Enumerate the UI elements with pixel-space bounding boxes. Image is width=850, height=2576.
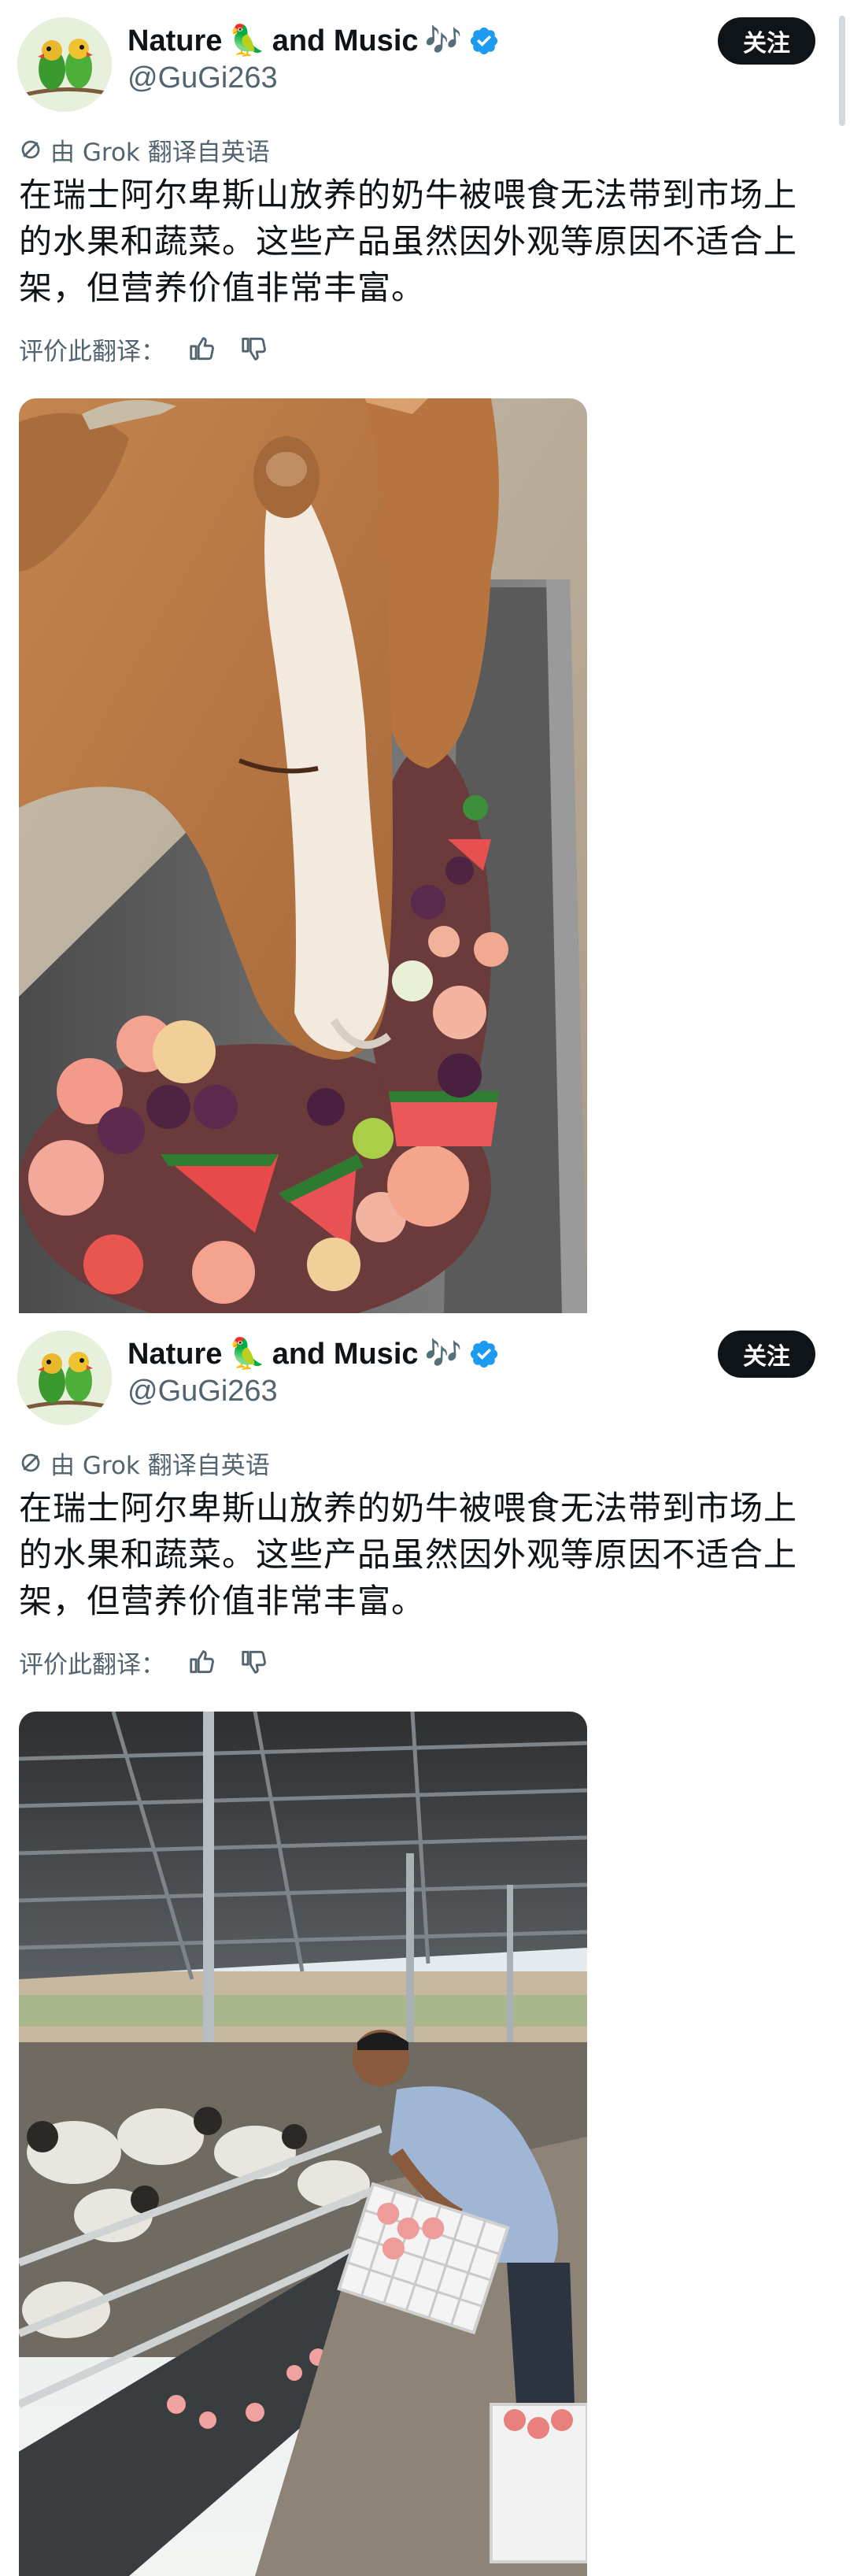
user-handle[interactable]: @GuGi263 bbox=[128, 61, 278, 95]
follow-button[interactable]: 关注 bbox=[718, 17, 815, 65]
display-name-part2: and Music bbox=[272, 24, 419, 57]
display-name-part1: Nature bbox=[128, 24, 223, 57]
grok-icon bbox=[21, 1453, 40, 1472]
user-handle[interactable]: @GuGi263 bbox=[128, 1375, 278, 1408]
music-notes-emoji-icon: 🎶 bbox=[424, 24, 462, 57]
rate-translation-row: 评价此翻译： bbox=[19, 1644, 269, 1680]
avatar[interactable] bbox=[17, 1331, 112, 1425]
post-text: 在瑞士阿尔卑斯山放养的奶牛被喂食无法带到市场上的水果和蔬菜。这些产品虽然因外观等… bbox=[19, 176, 798, 307]
display-name-part1: Nature bbox=[128, 1337, 223, 1371]
thumbs-down-icon[interactable] bbox=[239, 334, 269, 364]
verified-badge-icon bbox=[468, 1338, 500, 1370]
cow-eating-fruit-photo bbox=[19, 398, 587, 1313]
music-notes-emoji-icon: 🎶 bbox=[424, 1338, 462, 1371]
grok-icon bbox=[21, 140, 40, 159]
rate-translation-label: 评价此翻译： bbox=[19, 1650, 165, 1679]
scrollbar-thumb[interactable] bbox=[839, 16, 845, 126]
lovebirds-avatar-icon bbox=[17, 17, 112, 112]
barn-feeding-photo bbox=[19, 1712, 587, 2576]
translation-note-text: 由 Grok 翻译自英语 bbox=[50, 138, 270, 167]
display-name[interactable]: Nature 🦜 and Music 🎶 bbox=[128, 1334, 500, 1375]
post-text: 在瑞士阿尔卑斯山放养的奶牛被喂食无法带到市场上的水果和蔬菜。这些产品虽然因外观等… bbox=[19, 1489, 798, 1620]
translation-note: 由 Grok 翻译自英语 bbox=[19, 134, 270, 167]
parrot-emoji-icon: 🦜 bbox=[228, 1338, 266, 1371]
parrot-emoji-icon: 🦜 bbox=[228, 24, 266, 57]
tweet-card: Nature 🦜 and Music 🎶 @GuGi263 关注 由 Grok … bbox=[0, 0, 850, 1313]
lovebirds-avatar-icon bbox=[17, 1331, 112, 1425]
avatar[interactable] bbox=[17, 17, 112, 112]
post-media-photo[interactable] bbox=[19, 1712, 587, 2576]
thumbs-up-icon[interactable] bbox=[187, 1647, 217, 1677]
display-name[interactable]: Nature 🦜 and Music 🎶 bbox=[128, 20, 500, 61]
verified-badge-icon bbox=[468, 25, 500, 57]
thumbs-up-icon[interactable] bbox=[187, 334, 217, 364]
thumbs-down-icon[interactable] bbox=[239, 1647, 269, 1677]
translation-note: 由 Grok 翻译自英语 bbox=[19, 1447, 270, 1480]
tweet-card: Nature 🦜 and Music 🎶 @GuGi263 关注 由 Grok … bbox=[0, 1313, 850, 2576]
translation-note-text: 由 Grok 翻译自英语 bbox=[50, 1451, 270, 1480]
rate-translation-row: 评价此翻译： bbox=[19, 331, 269, 367]
rate-translation-label: 评价此翻译： bbox=[19, 337, 165, 366]
post-media-photo[interactable] bbox=[19, 398, 587, 1313]
follow-button[interactable]: 关注 bbox=[718, 1331, 815, 1378]
display-name-part2: and Music bbox=[272, 1337, 419, 1371]
